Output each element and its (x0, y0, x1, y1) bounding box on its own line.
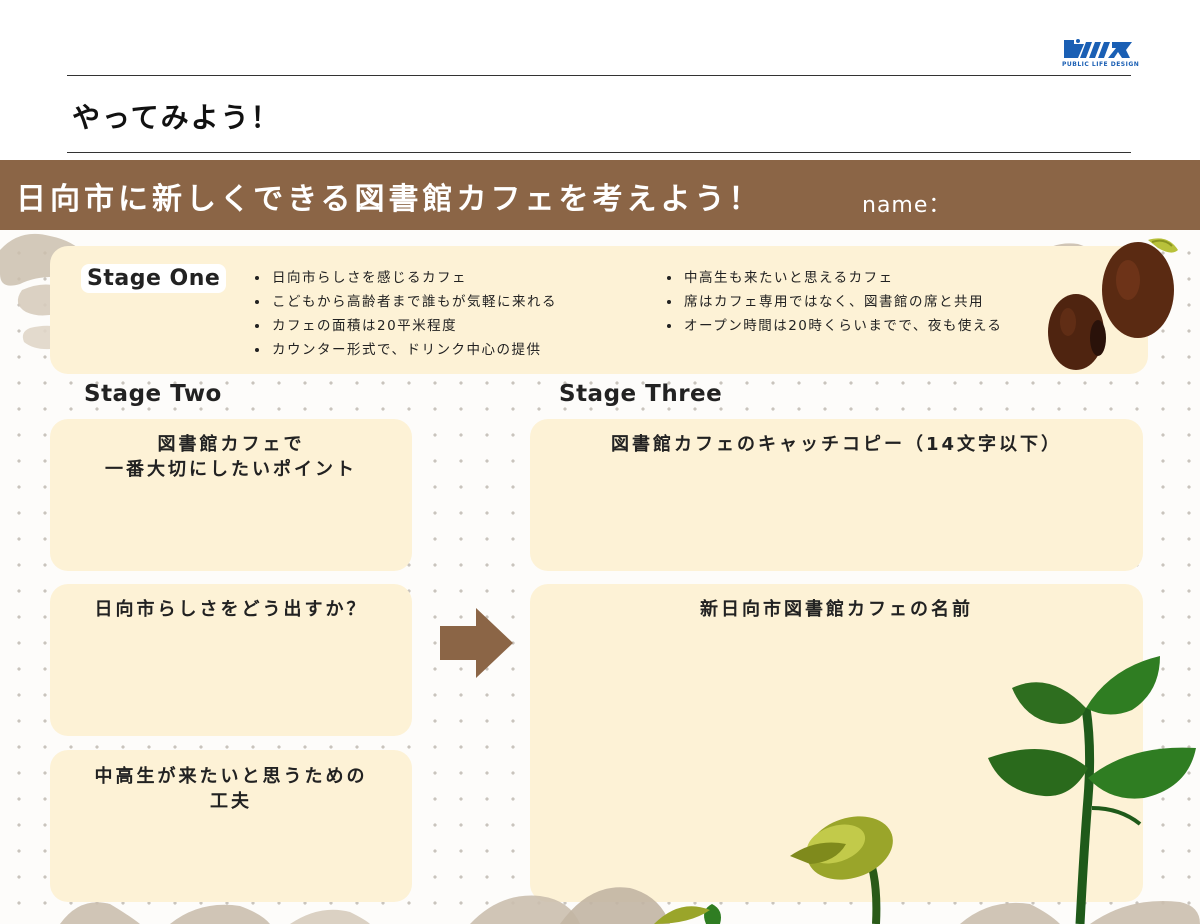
header-top-rule (67, 75, 1131, 76)
stage-three-label: Stage Three (559, 381, 723, 407)
stage-two-box-2-title: 日向市らしさをどう出すか？ (50, 597, 412, 622)
box-title-text: 日向市らしさをどう出すか？ (94, 599, 368, 620)
stage-two-box-1-title: 図書館カフェで 一番大切にしたいポイント (50, 432, 412, 482)
list-item: オープン時間は20時くらいまでで、夜も使える (682, 314, 1082, 338)
list-item: 中高生も来たいと思えるカフェ (682, 266, 1082, 290)
header-bottom-rule (67, 152, 1131, 153)
sprout-plant-icon (654, 656, 1196, 924)
stage-three-box-1-title: 図書館カフェのキャッチコピー（14文字以下） (530, 432, 1143, 457)
box-title-text: 新日向市図書館カフェの名前 (700, 599, 973, 620)
page-heading: やってみよう！ (72, 101, 281, 134)
box-title-text: 中高生が来たいと思うための 工夫 (94, 766, 368, 812)
stage-three-box-2-title: 新日向市図書館カフェの名前 (530, 597, 1143, 622)
list-item: カウンター形式で、ドリンク中心の提供 (270, 338, 650, 362)
stage-one-label: Stage One (81, 264, 227, 293)
stage-two-box-3-title: 中高生が来たいと思うための 工夫 (50, 764, 412, 814)
stage-one-left-list: 日向市らしさを感じるカフェ こどもから高齢者まで誰もが気軽に来れる カフェの面積… (252, 266, 650, 362)
box-title-text: 図書館カフェのキャッチコピー（14文字以下） (610, 434, 1063, 455)
list-item: 席はカフェ専用ではなく、図書館の席と共用 (682, 290, 1082, 314)
list-item: こどもから高齢者まで誰もが気軽に来れる (270, 290, 650, 314)
logo-subtitle: PUBLIC LIFE DESIGN (1062, 61, 1140, 68)
stage-one-right-list: 中高生も来たいと思えるカフェ 席はカフェ専用ではなく、図書館の席と共用 オープン… (664, 266, 1082, 338)
list-item: カフェの面積は20平米程度 (270, 314, 650, 338)
right-arrow-icon (440, 608, 513, 678)
banner-title: 日向市に新しくできる図書館カフェを考えよう！ (16, 182, 763, 217)
stage-two-label: Stage Two (84, 381, 222, 407)
list-item: 日向市らしさを感じるカフェ (270, 266, 650, 290)
name-label: name： (862, 193, 952, 218)
bean-sprout-top-right-icon (1048, 238, 1178, 370)
box-title-text: 図書館カフェで 一番大切にしたいポイント (105, 434, 357, 480)
